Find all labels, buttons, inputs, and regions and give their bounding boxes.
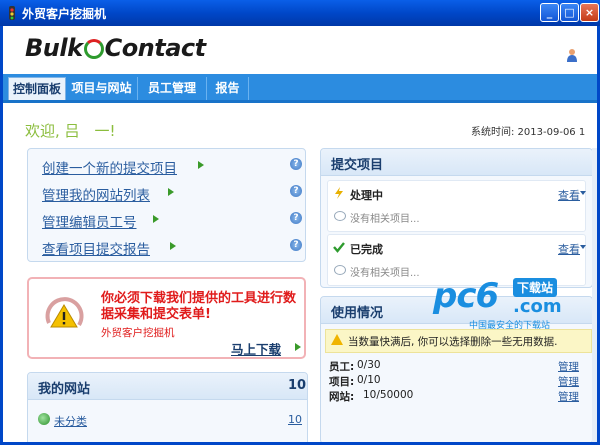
arrow-right-icon bbox=[168, 188, 174, 196]
empty-message: 没有相关项目... bbox=[350, 214, 420, 225]
logo-text-right: Contact bbox=[104, 34, 207, 62]
comment-icon bbox=[334, 211, 346, 221]
system-time: 系统时间: 2013-09-06 1 bbox=[471, 127, 586, 138]
close-button[interactable]: × bbox=[580, 3, 599, 22]
globe-icon bbox=[38, 413, 50, 425]
empty-message: 没有相关项目... bbox=[350, 268, 420, 279]
usage-label: 项目: bbox=[329, 376, 355, 388]
my-sites-header: 我的网站 10 bbox=[28, 373, 307, 400]
submit-items-panel: 提交项目 处理中 查看 没有相关项目... 已完成 查看 没有相关项目... bbox=[320, 148, 593, 288]
app-client-area: Bulk Contact 控制面板 项目与网站 员工管理 报告 欢迎, 吕 一! … bbox=[3, 26, 597, 442]
status-label: 处理中 bbox=[350, 189, 383, 202]
watermark-tag: 下载站 bbox=[513, 278, 558, 297]
window-title-bar[interactable]: 外贸客户挖掘机 _ □ × bbox=[0, 0, 600, 26]
arrow-right-icon bbox=[295, 343, 301, 351]
notice-subtitle: 外贸客户挖掘机 bbox=[101, 327, 175, 339]
tab-control-panel[interactable]: 控制面板 bbox=[8, 77, 66, 100]
usage-row-staff: 员工: 0/30 管理 bbox=[329, 359, 584, 373]
chevron-down-icon[interactable] bbox=[580, 245, 586, 249]
help-icon[interactable]: ? bbox=[290, 212, 302, 224]
my-sites-title: 我的网站 bbox=[38, 382, 91, 397]
app-icon bbox=[9, 6, 15, 20]
arrow-right-icon bbox=[170, 242, 176, 250]
site-category-count[interactable]: 10 bbox=[288, 413, 302, 426]
help-icon[interactable]: ? bbox=[290, 239, 302, 251]
quick-link-label[interactable]: 管理我的网站列表 bbox=[42, 184, 150, 204]
watermark-logo: pc6 下载站 .com 中国最安全的下载站 bbox=[433, 274, 593, 334]
submit-items-header: 提交项目 bbox=[321, 149, 592, 176]
minimize-button[interactable]: _ bbox=[540, 3, 559, 22]
quick-links-panel: 创建一个新的提交项目 ? 管理我的网站列表 ? 管理编辑员工号 ? 查看项目提交… bbox=[27, 148, 306, 262]
help-icon[interactable]: ? bbox=[290, 158, 302, 170]
logo-text-left: Bulk bbox=[25, 34, 83, 62]
notice-title: 你必须下载我们提供的工具进行数据采集和提交表单! bbox=[101, 291, 297, 322]
maximize-button[interactable]: □ bbox=[560, 3, 579, 22]
warning-refresh-icon bbox=[45, 297, 84, 328]
comment-icon bbox=[334, 265, 346, 275]
window-title: 外贸客户挖掘机 bbox=[22, 7, 107, 21]
main-nav: 控制面板 项目与网站 员工管理 报告 bbox=[3, 74, 597, 103]
quick-link-label[interactable]: 管理编辑员工号 bbox=[42, 211, 137, 231]
usage-value: 0/10 bbox=[357, 374, 381, 386]
manage-link[interactable]: 管理 bbox=[558, 389, 579, 404]
view-link[interactable]: 查看 bbox=[558, 241, 580, 257]
checkmark-icon bbox=[333, 242, 345, 253]
user-icon[interactable] bbox=[566, 48, 578, 62]
status-row-processing: 处理中 查看 没有相关项目... bbox=[327, 180, 586, 232]
quick-link-view-reports[interactable]: 查看项目提交报告 ? bbox=[42, 236, 302, 258]
quick-link-manage-sites[interactable]: 管理我的网站列表 ? bbox=[42, 182, 302, 204]
app-logo: Bulk Contact bbox=[25, 34, 206, 62]
chevron-down-icon[interactable] bbox=[580, 191, 586, 195]
help-icon[interactable]: ? bbox=[290, 185, 302, 197]
logo-mark-icon bbox=[83, 39, 104, 59]
quick-link-create-project[interactable]: 创建一个新的提交项目 ? bbox=[42, 155, 302, 177]
site-category-link[interactable]: 未分类 bbox=[54, 413, 87, 429]
usage-notice-text: 当数量快满后, 你可以选择删除一些无用数据. bbox=[348, 336, 558, 348]
status-label: 已完成 bbox=[350, 243, 383, 256]
usage-row-sites: 网站: 10/50000 管理 bbox=[329, 389, 584, 403]
quick-link-label[interactable]: 查看项目提交报告 bbox=[42, 238, 150, 258]
manage-link[interactable]: 管理 bbox=[558, 374, 579, 389]
manage-link[interactable]: 管理 bbox=[558, 359, 579, 374]
usage-row-projects: 项目: 0/10 管理 bbox=[329, 374, 584, 388]
watermark-domain: .com bbox=[513, 296, 562, 317]
usage-value: 10/50000 bbox=[363, 389, 414, 401]
usage-label: 员工: bbox=[329, 361, 355, 373]
warning-icon bbox=[331, 334, 343, 345]
quick-link-manage-staff[interactable]: 管理编辑员工号 ? bbox=[42, 209, 302, 231]
tab-projects-sites[interactable]: 项目与网站 bbox=[66, 77, 138, 100]
my-sites-count: 10 bbox=[288, 378, 307, 393]
my-sites-panel: 我的网站 10 未分类 10 bbox=[27, 372, 308, 442]
arrow-right-icon bbox=[198, 161, 204, 169]
quick-link-label[interactable]: 创建一个新的提交项目 bbox=[42, 157, 177, 177]
tab-staff[interactable]: 员工管理 bbox=[138, 77, 207, 100]
usage-title: 使用情况 bbox=[331, 306, 384, 321]
download-tool-notice: 你必须下载我们提供的工具进行数据采集和提交表单! 外贸客户挖掘机 马上下载 bbox=[27, 277, 306, 359]
tab-reports[interactable]: 报告 bbox=[207, 77, 249, 100]
arrow-right-icon bbox=[153, 215, 159, 223]
view-link[interactable]: 查看 bbox=[558, 187, 580, 203]
usage-value: 0/30 bbox=[357, 359, 381, 371]
usage-label: 网站: bbox=[329, 391, 355, 403]
lightning-icon bbox=[335, 187, 343, 199]
submit-items-title: 提交项目 bbox=[331, 158, 384, 173]
watermark-slogan: 中国最安全的下载站 bbox=[469, 321, 551, 331]
watermark-brand: pc6 bbox=[433, 276, 499, 316]
download-now-link[interactable]: 马上下载 bbox=[231, 339, 281, 358]
welcome-message: 欢迎, 吕 一! bbox=[25, 122, 116, 140]
